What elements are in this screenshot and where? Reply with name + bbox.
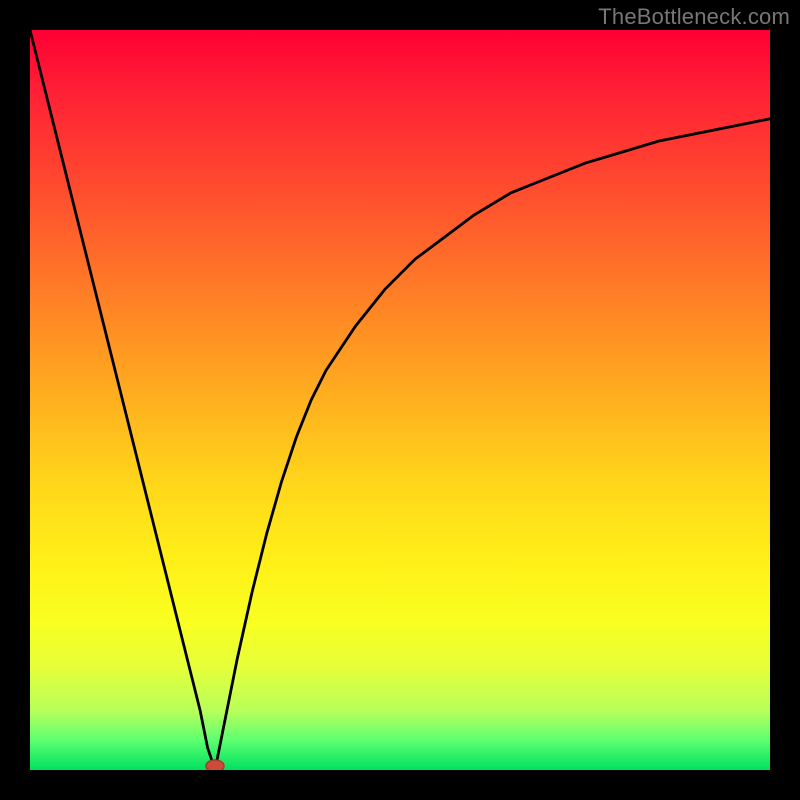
marker-dot	[206, 760, 224, 770]
chart-frame: TheBottleneck.com	[0, 0, 800, 800]
bottleneck-curve	[30, 30, 770, 770]
watermark-text: TheBottleneck.com	[598, 4, 790, 30]
curve-svg	[30, 30, 770, 770]
plot-area	[30, 30, 770, 770]
